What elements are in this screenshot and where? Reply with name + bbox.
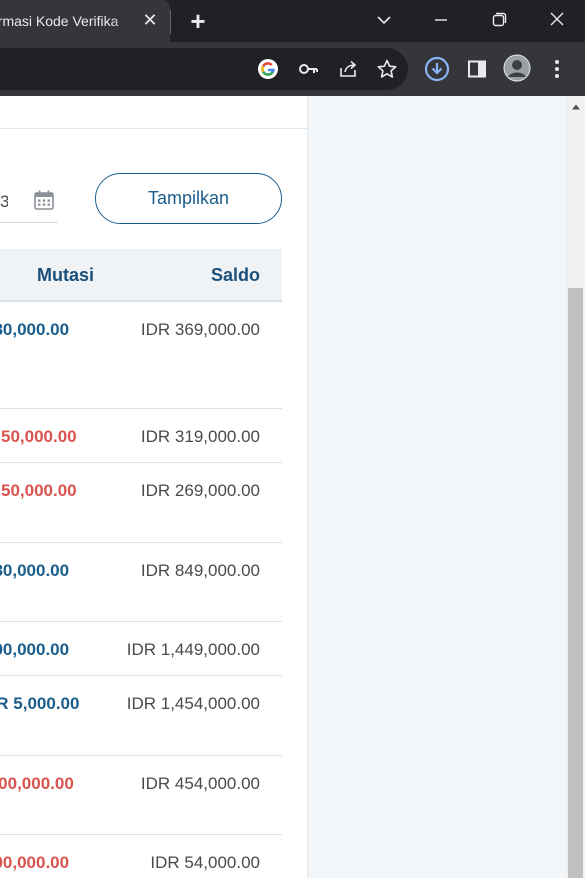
saldo-cell: IDR 54,000.00: [150, 853, 260, 872]
new-tab-button[interactable]: +: [184, 7, 212, 35]
download-icon[interactable]: [423, 55, 451, 83]
browser-tab-strip: ormasi Kode Verifika ✕ +: [0, 0, 585, 42]
bookmark-star-icon[interactable]: [373, 55, 401, 83]
table-row[interactable]: 280,000.00 IDR 369,000.00: [0, 302, 282, 409]
saldo-cell: IDR 1,449,000.00: [126, 640, 260, 659]
table-row[interactable]: DR 5,000.00 IDR 1,454,000.00: [0, 676, 282, 756]
mutasi-cell: R 50,000.00: [0, 481, 77, 500]
side-panel-icon[interactable]: [463, 55, 491, 83]
mutasi-cell: 400,000.00: [0, 853, 70, 872]
end-date-input[interactable]: 3: [0, 190, 8, 214]
table-row[interactable]: 600,000.00 IDR 1,449,000.00: [0, 622, 282, 676]
scrollbar-thumb[interactable]: [568, 288, 583, 878]
mutasi-cell: 600,000.00: [0, 640, 70, 659]
show-button[interactable]: Tampilkan: [95, 173, 282, 224]
close-window-icon[interactable]: [542, 8, 572, 32]
mutasi-cell: R 50,000.00: [0, 427, 77, 446]
mutasi-cell: DR 5,000.00: [0, 694, 80, 713]
profile-avatar[interactable]: [503, 54, 531, 82]
saldo-cell: IDR 369,000.00: [140, 320, 260, 339]
table-row[interactable]: R 50,000.00 IDR 319,000.00: [0, 409, 282, 463]
tab-title: ormasi Kode Verifika: [0, 13, 119, 29]
saldo-cell: IDR 1,454,000.00: [126, 694, 260, 713]
column-header-mutasi[interactable]: Mutasi: [37, 263, 94, 287]
tab-search-icon[interactable]: [369, 8, 399, 32]
column-header-saldo[interactable]: Saldo: [211, 263, 260, 287]
mutasi-cell: ,000,000.00: [0, 774, 74, 793]
tab-divider: [170, 10, 171, 34]
vertical-scrollbar[interactable]: [566, 96, 585, 878]
minimize-icon[interactable]: [426, 8, 456, 32]
table-row[interactable]: 400,000.00 IDR 54,000.00: [0, 835, 282, 878]
saldo-cell: IDR 319,000.00: [140, 427, 260, 446]
calendar-icon[interactable]: [33, 189, 55, 211]
table-row[interactable]: ,000,000.00 IDR 454,000.00: [0, 756, 282, 835]
saldo-cell: IDR 269,000.00: [140, 481, 260, 500]
browser-tab[interactable]: ormasi Kode Verifika ✕: [0, 0, 170, 42]
table-row[interactable]: 580,000.00 IDR 849,000.00: [0, 543, 282, 622]
more-menu-icon[interactable]: [543, 55, 571, 83]
restore-icon[interactable]: [484, 8, 514, 32]
saldo-cell: IDR 849,000.00: [140, 561, 260, 580]
table-header: Mutasi Saldo: [0, 249, 282, 302]
header-divider: [0, 128, 308, 129]
browser-toolbar: [0, 42, 585, 96]
mutasi-cell: 280,000.00: [0, 320, 70, 339]
password-key-icon[interactable]: [294, 55, 322, 83]
google-lens-icon[interactable]: [254, 55, 282, 83]
table-row[interactable]: R 50,000.00 IDR 269,000.00: [0, 463, 282, 543]
tab-close-icon[interactable]: ✕: [141, 10, 159, 30]
scroll-up-arrow-icon[interactable]: [566, 98, 585, 116]
share-icon[interactable]: [334, 55, 362, 83]
saldo-cell: IDR 454,000.00: [140, 774, 260, 793]
date-input-underline: [0, 222, 58, 223]
mutasi-cell: 580,000.00: [0, 561, 70, 580]
